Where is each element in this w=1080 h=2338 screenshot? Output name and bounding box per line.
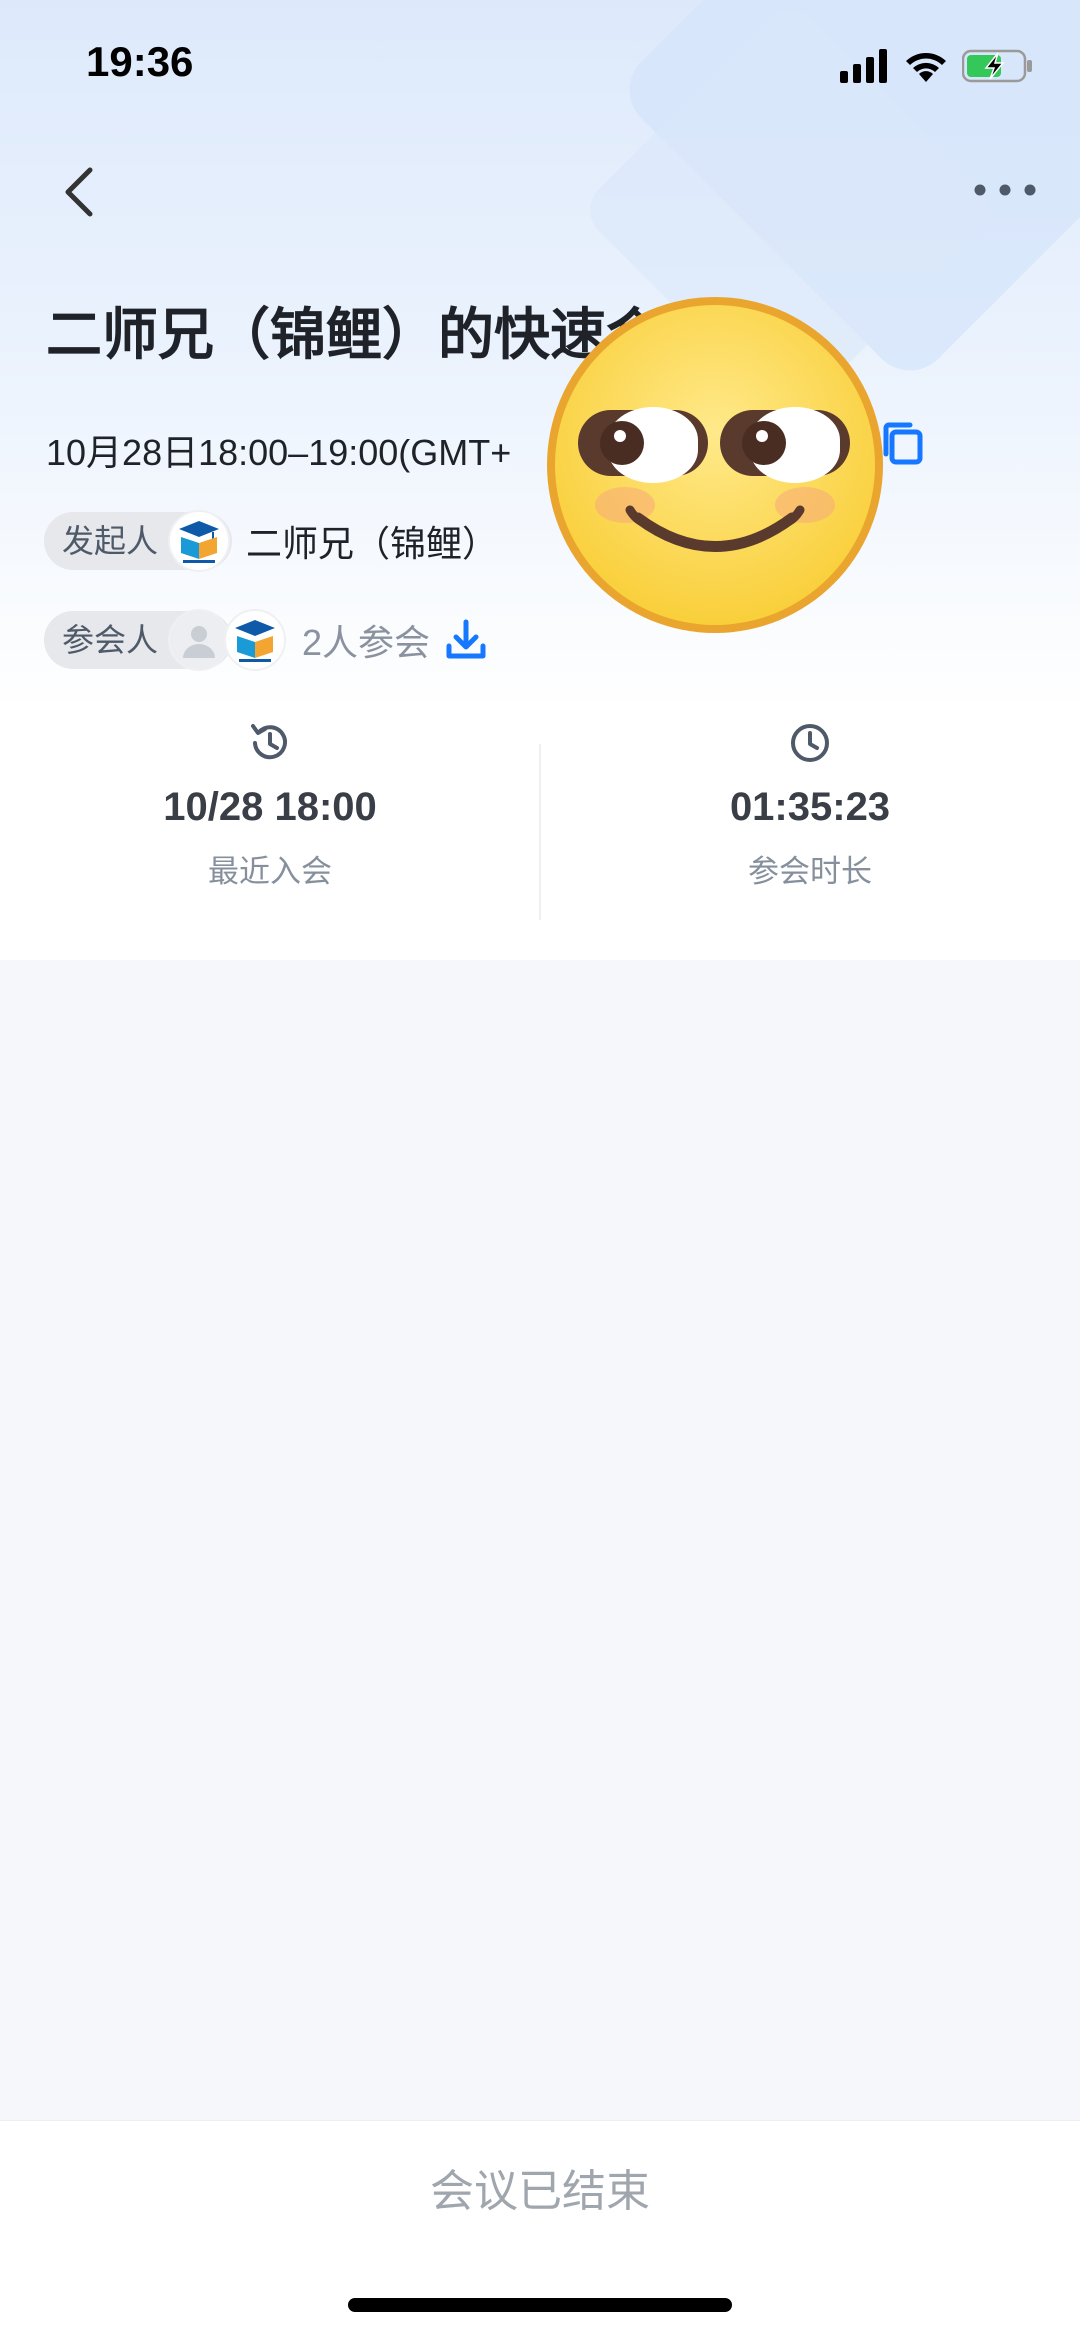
book-cap-logo-icon [235, 620, 276, 662]
organizer-name: 二师兄（锦鲤） [246, 523, 499, 564]
meeting-ended-text: 会议已结束 [430, 2167, 650, 2216]
more-icon[interactable] [970, 170, 1040, 210]
participant-avatar [224, 609, 287, 671]
back-icon[interactable] [52, 162, 112, 222]
organizer-avatar[interactable] [168, 510, 231, 572]
participants-count: 2人参会 [302, 622, 431, 663]
stat-duration: 01:35:23 参会时长 [540, 720, 1080, 891]
wifi-icon [906, 53, 946, 82]
download-icon[interactable] [444, 618, 488, 662]
organizer-row: 发起人 二师兄（锦鲤） [44, 510, 498, 572]
status-time: 19:36 [86, 38, 194, 85]
status-bar: 19:36 [0, 0, 1080, 135]
stats-panel: 10/28 18:00 最近入会 01:35:23 参会时长 [0, 700, 1080, 960]
last-join-label: 最近入会 [208, 854, 332, 889]
stat-last-join: 10/28 18:00 最近入会 [0, 720, 540, 891]
participants-row[interactable]: 参会人 2人参会 [44, 609, 488, 671]
battery-charging-icon [962, 49, 1032, 83]
history-icon [251, 724, 287, 760]
duration-value: 01:35:23 [729, 785, 891, 829]
nav-bar [0, 150, 1080, 230]
meeting-datetime: 10月28日18:00–19:00(GMT+ [46, 432, 512, 473]
user-placeholder-icon [183, 626, 216, 658]
book-cap-logo-icon [179, 521, 220, 563]
duration-label: 参会时长 [748, 854, 872, 889]
clock-icon [791, 724, 829, 762]
smirk-emoji-sticker [547, 297, 883, 633]
last-join-value: 10/28 18:00 [163, 785, 377, 829]
cellular-signal-icon [840, 49, 887, 83]
status-icons [840, 48, 1034, 84]
home-indicator[interactable] [348, 2298, 732, 2312]
participant-avatar [168, 609, 231, 671]
